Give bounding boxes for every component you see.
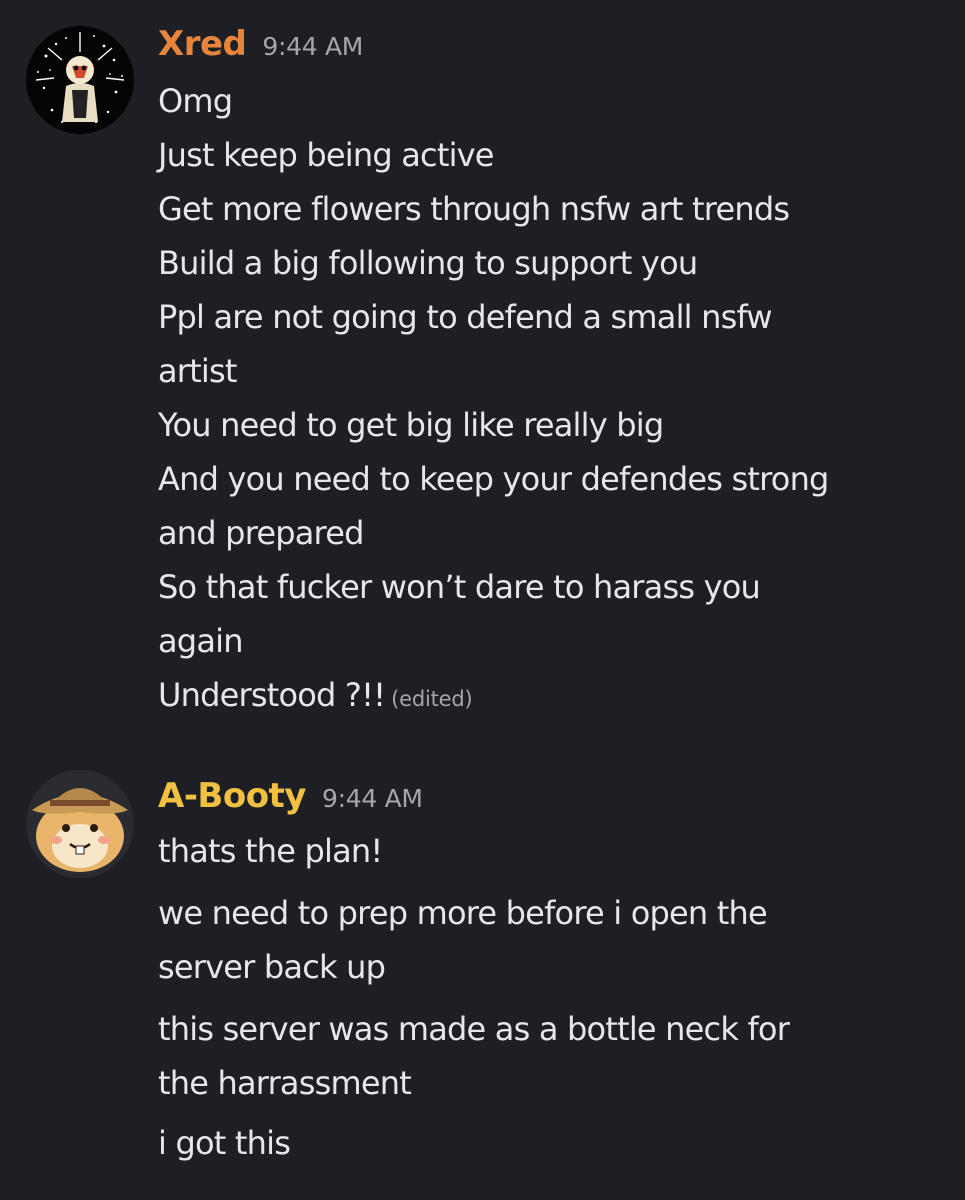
message-line: Get more flowers through nsfw art trends bbox=[158, 190, 790, 228]
message-line: So that fucker won’t dare to harass you bbox=[158, 568, 761, 606]
author-name[interactable]: Xred bbox=[158, 24, 247, 64]
message-line: Build a big following to support you bbox=[158, 244, 698, 282]
hamster-explorer-avatar-icon bbox=[26, 770, 134, 878]
timestamp: 9:44 AM bbox=[321, 784, 423, 813]
message-line: And you need to keep your defendes stron… bbox=[158, 460, 829, 498]
message-line: server back up bbox=[158, 948, 386, 986]
avatar-xred[interactable] bbox=[26, 26, 134, 134]
timestamp: 9:44 AM bbox=[262, 32, 364, 61]
message-line: the harrassment bbox=[158, 1064, 412, 1102]
message-text: Understood ?!! bbox=[158, 676, 386, 714]
starry-skull-avatar-icon bbox=[26, 26, 134, 134]
message-line: and prepared bbox=[158, 514, 364, 552]
message-line: i got this bbox=[158, 1124, 291, 1162]
author-name[interactable]: A-Booty bbox=[158, 776, 306, 816]
avatar-a-booty[interactable] bbox=[26, 770, 134, 878]
message-line: Ppl are not going to defend a small nsfw bbox=[158, 298, 773, 336]
message-line: thats the plan! bbox=[158, 832, 383, 870]
message-line: Omg bbox=[158, 82, 233, 120]
edited-label: (edited) bbox=[391, 687, 473, 711]
message-line: this server was made as a bottle neck fo… bbox=[158, 1010, 790, 1048]
message-line-last: Understood ?!! (edited) bbox=[158, 676, 473, 714]
message-line: artist bbox=[158, 352, 237, 390]
message-line: You need to get big like really big bbox=[158, 406, 664, 444]
message-header: Xred 9:44 AM bbox=[158, 24, 363, 64]
message-line: we need to prep more before i open the bbox=[158, 894, 768, 932]
message-line: again bbox=[158, 622, 244, 660]
message-line: Just keep being active bbox=[158, 136, 494, 174]
message-header: A-Booty 9:44 AM bbox=[158, 776, 423, 816]
